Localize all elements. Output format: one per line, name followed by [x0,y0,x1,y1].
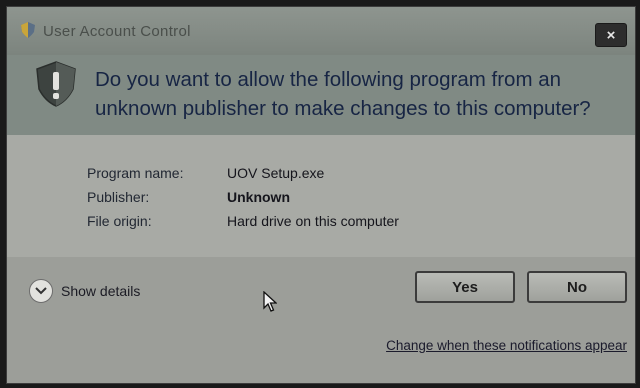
file-origin-label: File origin: [87,213,152,229]
uac-dialog: User Account Control × Do you want to al… [6,6,636,384]
title-bar: User Account Control × [7,7,635,55]
close-icon: × [606,26,616,44]
close-button[interactable]: × [595,23,627,47]
mouse-cursor-icon [263,291,277,312]
warning-shield-icon [36,61,76,107]
uac-shield-icon [21,22,35,38]
program-name-value: UOV Setup.exe [227,165,325,181]
dialog-footer: Show details Yes No Change when these no… [7,257,635,383]
window-title: User Account Control [43,23,191,40]
show-details-label: Show details [61,283,141,299]
publisher-label: Publisher: [87,189,150,205]
question-text: Do you want to allow the following progr… [95,68,591,120]
program-info: Program name: UOV Setup.exe Publisher: U… [7,135,635,265]
no-button[interactable]: No [527,271,627,303]
yes-button[interactable]: Yes [415,271,515,303]
show-details-toggle[interactable]: Show details [29,279,140,303]
publisher-value: Unknown [227,189,290,205]
chevron-down-icon [29,279,53,303]
program-name-label: Program name: [87,165,184,181]
file-origin-value: Hard drive on this computer [227,213,399,229]
question-header: Do you want to allow the following progr… [7,55,635,135]
change-notifications-link[interactable]: Change when these notifications appear [386,338,627,353]
